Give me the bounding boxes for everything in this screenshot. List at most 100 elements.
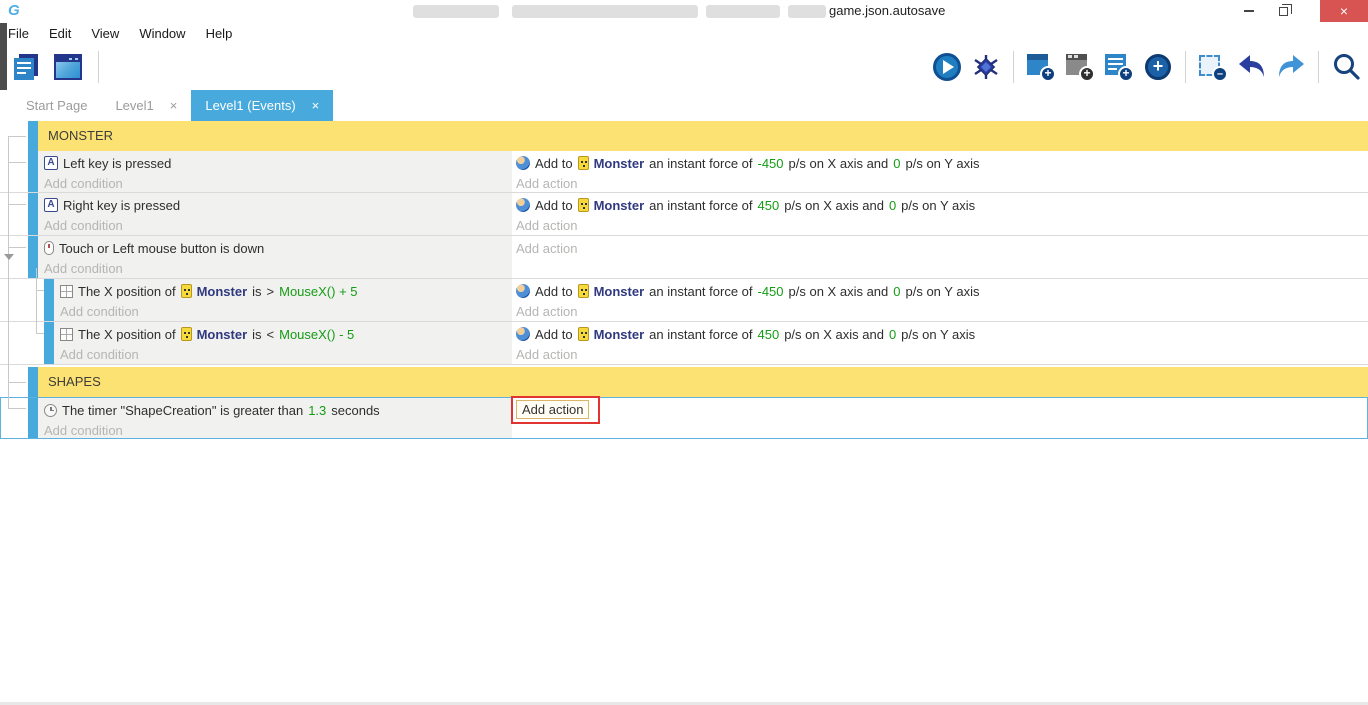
tab-level1-events[interactable]: Level1 (Events) ×	[191, 90, 334, 121]
add-comment-button[interactable]	[1064, 51, 1096, 83]
redacted-title-segment	[706, 5, 780, 18]
add-action-link[interactable]: Add action	[516, 347, 577, 362]
tab-level1[interactable]: Level1 ×	[101, 90, 191, 121]
tab-bar: Start Page Level1 × Level1 (Events) ×	[0, 90, 1368, 121]
event-right-key: Right key is pressed Add condition Add t…	[0, 193, 1368, 236]
undo-icon	[1239, 55, 1264, 77]
group-header	[38, 367, 1368, 397]
monster-sprite-icon	[577, 156, 589, 170]
restore-icon	[1278, 3, 1292, 16]
event-timer-shapecreation: The timer "ShapeCreation" is greater tha…	[0, 397, 1368, 439]
add-other-event-icon	[1145, 54, 1171, 80]
delete-selection-button[interactable]	[1197, 51, 1229, 83]
app-logo-icon: G	[8, 2, 20, 19]
tree-guide-line	[36, 268, 37, 333]
window-title: game.json.autosave	[829, 3, 946, 18]
collapse-expander-icon[interactable]	[4, 254, 14, 260]
undo-button[interactable]	[1236, 51, 1268, 83]
add-event-button[interactable]	[1025, 51, 1057, 83]
event-color-bar	[44, 322, 54, 364]
monster-sprite-icon	[180, 327, 192, 341]
monster-sprite-icon	[577, 327, 589, 341]
toolbar-separator	[1013, 51, 1014, 83]
project-manager-button[interactable]	[10, 51, 42, 83]
event-touch-mouse: Touch or Left mouse button is down Add c…	[0, 236, 1368, 279]
gdevelop-window: G game.json.autosave × File Edit View Wi…	[0, 0, 1368, 705]
add-condition-link[interactable]: Add condition	[44, 218, 123, 233]
actions-cell[interactable]: Add to Monster an instant force of 450 p…	[512, 193, 1368, 235]
redo-icon	[1279, 55, 1304, 77]
annotation-highlight	[511, 396, 600, 424]
redacted-title-segment	[413, 5, 499, 18]
search-icon	[1334, 54, 1360, 80]
event-group-shapes[interactable]: SHAPES	[0, 367, 1368, 397]
tree-tick	[8, 136, 26, 137]
event-group-monster[interactable]: MONSTER	[0, 121, 1368, 151]
search-button[interactable]	[1330, 51, 1362, 83]
force-icon	[516, 327, 530, 341]
add-condition-link[interactable]: Add condition	[44, 176, 123, 191]
add-action-link[interactable]: Add action	[516, 304, 577, 319]
tree-tick	[36, 333, 44, 334]
event-color-bar	[28, 151, 38, 192]
add-condition-link[interactable]: Add condition	[44, 423, 123, 438]
event-color-bar	[44, 279, 54, 321]
tab-close-icon[interactable]: ×	[312, 98, 320, 113]
tab-start-page[interactable]: Start Page	[12, 90, 101, 121]
redacted-title-segment	[512, 5, 698, 18]
play-icon	[933, 53, 961, 81]
toolbar	[10, 44, 1368, 90]
menu-edit[interactable]: Edit	[49, 26, 71, 41]
tree-tick	[8, 247, 26, 248]
preview-play-button[interactable]	[931, 51, 963, 83]
minimize-icon	[1244, 10, 1254, 12]
redo-button[interactable]	[1275, 51, 1307, 83]
actions-cell[interactable]: Add to Monster an instant force of 450 p…	[512, 322, 1368, 364]
add-condition-link[interactable]: Add condition	[60, 347, 139, 362]
tree-tick	[36, 290, 44, 291]
add-subevent-icon	[1104, 52, 1134, 82]
monster-sprite-icon	[577, 284, 589, 298]
title-bar: G game.json.autosave ×	[0, 0, 1368, 22]
restore-button[interactable]	[1266, 0, 1300, 22]
minimize-button[interactable]	[1232, 0, 1266, 22]
actions-cell[interactable]: Add action	[512, 398, 1367, 438]
event-color-bar	[28, 193, 38, 235]
add-subevent-button[interactable]	[1103, 51, 1135, 83]
close-button[interactable]: ×	[1320, 0, 1368, 22]
force-icon	[516, 284, 530, 298]
tab-close-icon[interactable]: ×	[170, 98, 178, 113]
conditions-cell[interactable]: Right key is pressed Add condition	[38, 193, 512, 235]
position-icon	[60, 284, 73, 298]
menu-file[interactable]: File	[8, 26, 29, 41]
add-action-link[interactable]: Add action	[516, 239, 577, 257]
conditions-cell[interactable]: The X position of Monster is < MouseX() …	[54, 322, 512, 364]
add-action-link[interactable]: Add action	[516, 176, 577, 191]
keyboard-icon	[44, 156, 58, 170]
conditions-cell[interactable]: The timer "ShapeCreation" is greater tha…	[38, 398, 512, 438]
conditions-cell[interactable]: Left key is pressed Add condition	[38, 151, 512, 192]
actions-cell[interactable]: Add to Monster an instant force of -450 …	[512, 151, 1368, 192]
actions-cell[interactable]: Add action	[512, 236, 1368, 278]
subevent-xpos-gt: The X position of Monster is > MouseX() …	[0, 279, 1368, 322]
actions-cell[interactable]: Add to Monster an instant force of -450 …	[512, 279, 1368, 321]
scene-editor-button[interactable]	[52, 51, 84, 83]
add-condition-link[interactable]: Add condition	[44, 261, 123, 276]
debug-button[interactable]	[970, 51, 1002, 83]
project-manager-icon	[12, 53, 40, 81]
conditions-cell[interactable]: The X position of Monster is > MouseX() …	[54, 279, 512, 321]
conditions-cell[interactable]: Touch or Left mouse button is down Add c…	[38, 236, 512, 278]
add-condition-link[interactable]: Add condition	[60, 304, 139, 319]
menu-help[interactable]: Help	[206, 26, 233, 41]
menu-view[interactable]: View	[91, 26, 119, 41]
menu-window[interactable]: Window	[139, 26, 185, 41]
event-color-bar	[28, 398, 38, 438]
add-action-link[interactable]: Add action	[516, 218, 577, 233]
monster-sprite-icon	[180, 284, 192, 298]
add-other-event-button[interactable]	[1142, 51, 1174, 83]
group-label: SHAPES	[48, 374, 101, 389]
close-icon: ×	[1339, 3, 1349, 19]
group-label: MONSTER	[48, 128, 113, 143]
toolbar-separator	[98, 51, 99, 83]
subevent-xpos-lt: The X position of Monster is < MouseX() …	[0, 322, 1368, 365]
